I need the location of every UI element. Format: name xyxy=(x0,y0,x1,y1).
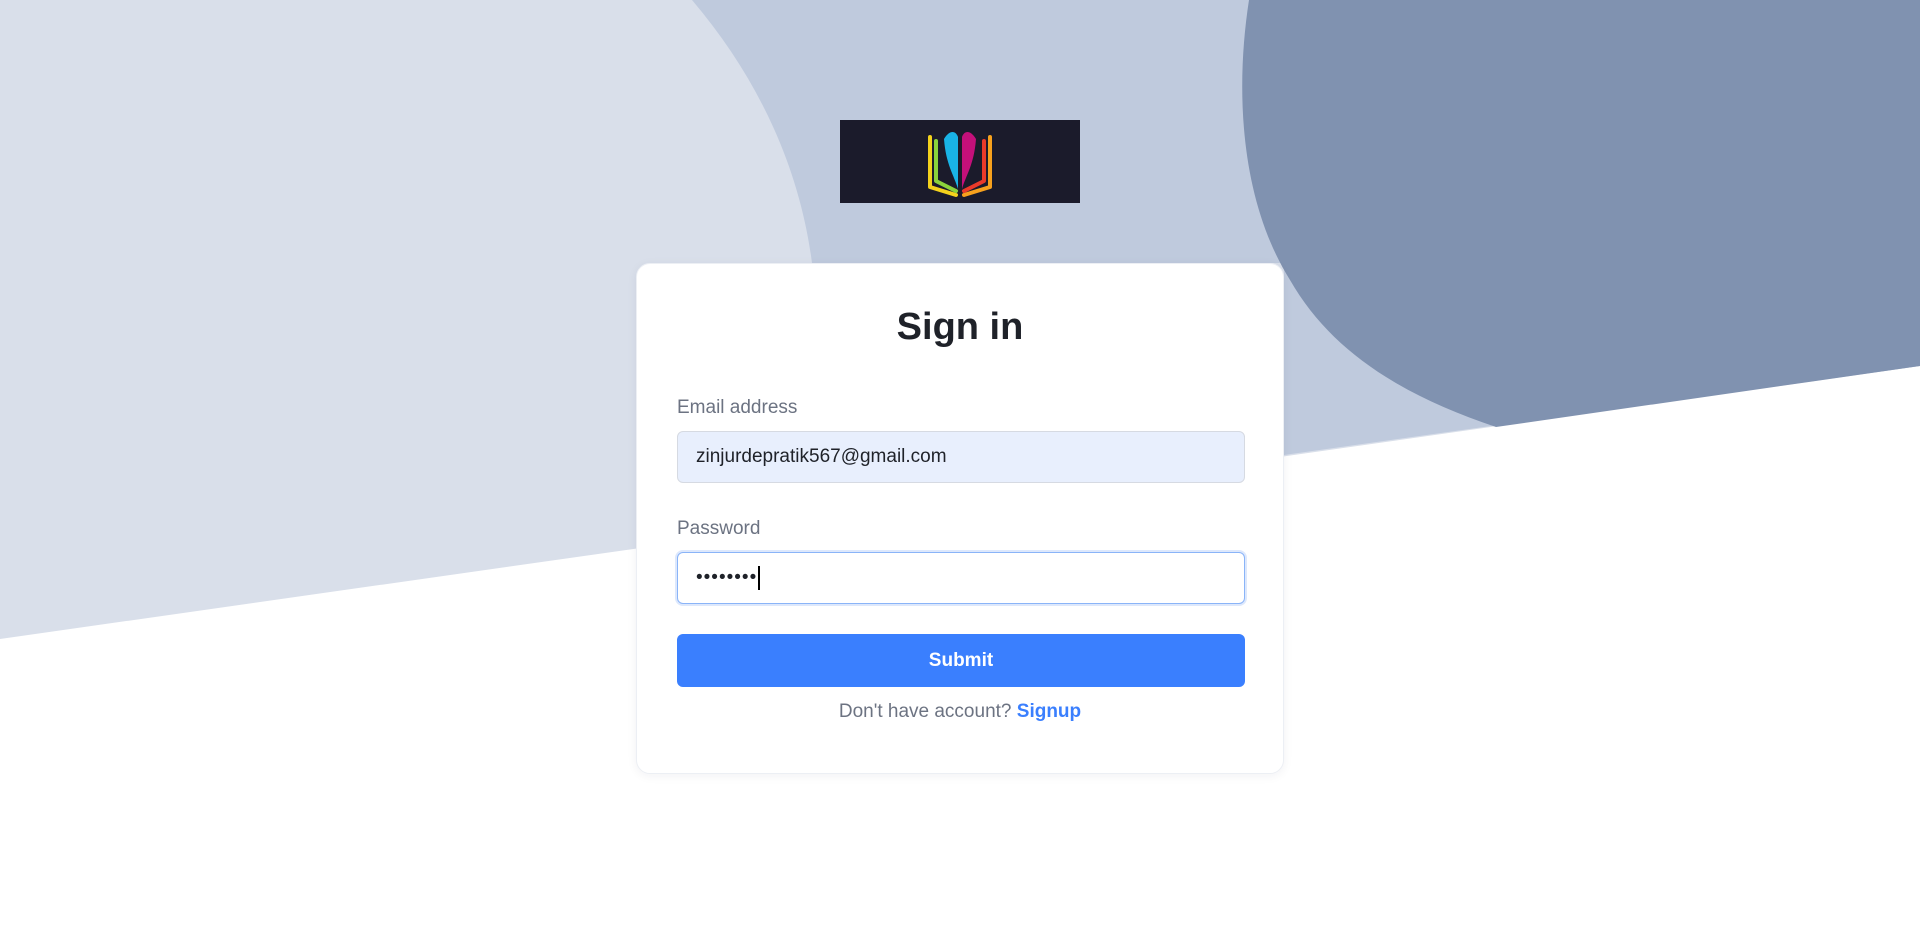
text-caret xyxy=(758,566,760,590)
signup-prompt-text: Don't have account? xyxy=(838,701,1012,722)
email-value: zinjurdepratik567@gmail.com xyxy=(696,446,947,467)
signup-link[interactable]: Signup xyxy=(1017,701,1081,722)
page-title: Sign in xyxy=(896,306,1024,348)
brand-logo xyxy=(840,120,1080,203)
submit-button[interactable]: Submit xyxy=(677,634,1245,687)
sign-in-page: Sign in Email address zinjurdepratik567@… xyxy=(0,0,1920,942)
open-book-icon xyxy=(928,131,992,197)
signup-prompt: Don't have account? Signup xyxy=(637,701,1283,723)
password-field[interactable]: •••••••• xyxy=(677,552,1245,604)
email-field[interactable]: zinjurdepratik567@gmail.com xyxy=(677,431,1245,483)
password-label: Password xyxy=(677,518,761,539)
sign-in-card: Sign in Email address zinjurdepratik567@… xyxy=(636,263,1284,774)
email-label: Email address xyxy=(677,397,798,418)
password-value: •••••••• xyxy=(696,567,758,588)
